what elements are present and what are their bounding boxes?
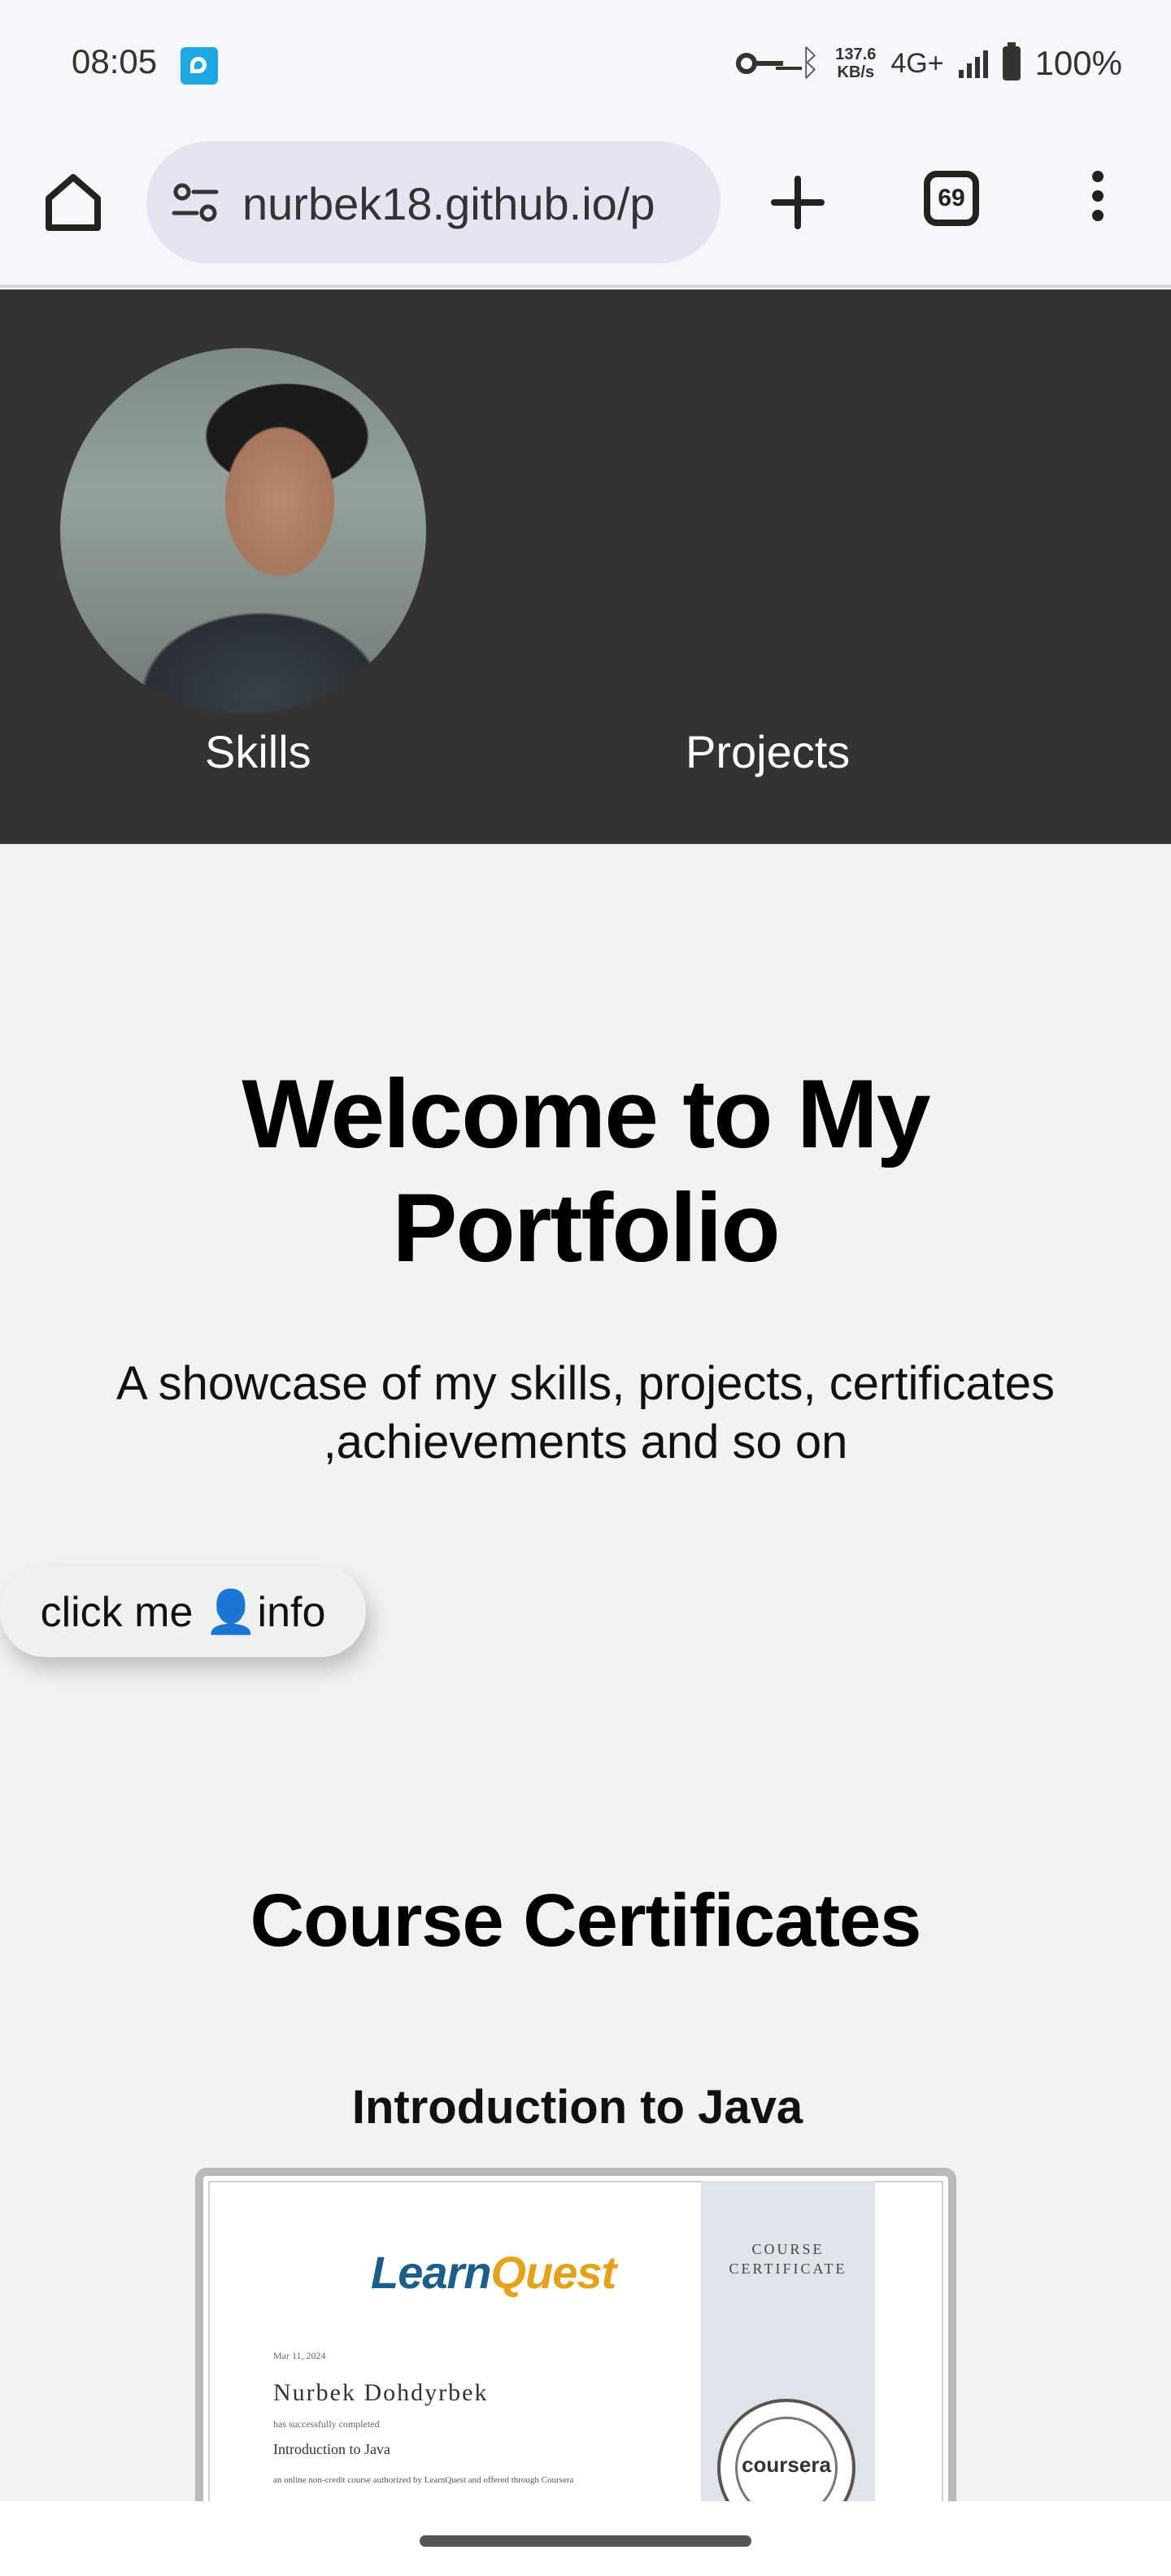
address-bar[interactable]: nurbek18.github.io/p bbox=[146, 141, 720, 263]
info-button[interactable]: click me 👤info bbox=[0, 1566, 366, 1657]
certificate-recipient: Nurbek Dohdyrbek bbox=[273, 2379, 489, 2406]
tab-count: 69 bbox=[938, 185, 965, 211]
home-icon[interactable] bbox=[41, 169, 106, 234]
tab-switcher-button[interactable]: 69 bbox=[924, 171, 979, 226]
hero-title: Welcome to My Portfolio bbox=[242, 1060, 930, 1282]
network-speed-unit: KB/s bbox=[837, 63, 875, 81]
certificate-title: Introduction to Java bbox=[351, 2081, 803, 2134]
nav-link-projects[interactable]: Projects bbox=[686, 725, 850, 778]
certificate-side-band: COURSE CERTIFICATE coursera bbox=[701, 2181, 875, 2509]
seal-text: coursera bbox=[742, 2452, 831, 2477]
certificates-section-title: Course Certificates bbox=[250, 1879, 922, 1962]
vpn-key-icon bbox=[735, 53, 785, 74]
new-tab-plus-icon[interactable] bbox=[768, 172, 828, 233]
learnquest-logo: LearnQuest bbox=[371, 2247, 616, 2298]
site-settings-icon[interactable] bbox=[171, 182, 220, 223]
network-type: 4G+ bbox=[890, 47, 944, 79]
certificate-course-name: Introduction to Java bbox=[273, 2441, 390, 2457]
hero-subtitle: A showcase of my skills, projects, certi… bbox=[116, 1357, 1055, 1469]
bluetooth-icon: ᛒ bbox=[799, 43, 821, 83]
network-speed: 137.6 KB/s bbox=[835, 46, 876, 81]
certificate-band-title: COURSE CERTIFICATE bbox=[729, 2241, 847, 2277]
certificate-description: an online non-credit course authorized b… bbox=[273, 2475, 574, 2485]
signal-icon bbox=[958, 49, 988, 78]
battery-percent: 100% bbox=[1034, 44, 1122, 82]
network-speed-value: 137.6 bbox=[835, 46, 877, 63]
site-header: Skills Projects bbox=[0, 289, 1171, 844]
browser-toolbar: nurbek18.github.io/p 69 bbox=[0, 130, 1171, 288]
status-time: 08:05 bbox=[72, 42, 158, 80]
certificate-image[interactable]: LearnQuest Mar 11, 2024 Nurbek Dohdyrbek… bbox=[195, 2168, 956, 2509]
coursera-seal-icon: coursera bbox=[717, 2399, 855, 2509]
status-bar: 08:05 ᛒ 137.6 KB/s 4G+ 100% bbox=[0, 0, 1171, 130]
battery-icon bbox=[1002, 42, 1021, 80]
profile-avatar bbox=[60, 348, 426, 714]
gesture-handle[interactable] bbox=[420, 2535, 751, 2547]
overflow-menu-icon[interactable] bbox=[1082, 171, 1114, 236]
certificate-date: Mar 11, 2024 bbox=[273, 2350, 326, 2361]
certificate-completed-text: has successfully completed bbox=[273, 2418, 380, 2430]
url-text[interactable]: nurbek18.github.io/p bbox=[242, 177, 655, 230]
notification-app-icon bbox=[181, 47, 218, 85]
navigation-gesture-area bbox=[0, 2501, 1171, 2576]
nav-link-skills[interactable]: Skills bbox=[205, 725, 311, 778]
status-indicators: ᛒ 137.6 KB/s 4G+ 100% bbox=[735, 39, 1122, 88]
